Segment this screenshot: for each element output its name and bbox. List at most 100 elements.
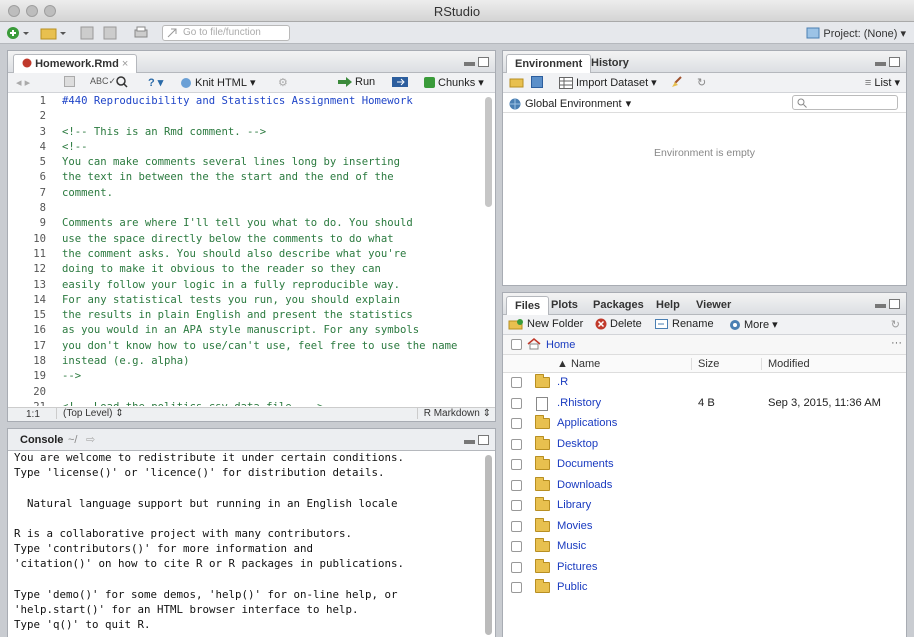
file-checkbox[interactable]	[511, 561, 522, 573]
file-row[interactable]: Documents	[503, 455, 906, 476]
new-file-button[interactable]	[6, 25, 32, 41]
file-row[interactable]: Library	[503, 496, 906, 517]
console-output[interactable]: You are welcome to redistribute it under…	[8, 450, 483, 637]
code-line: the comment asks. You should also descri…	[62, 247, 407, 260]
file-name[interactable]: Desktop	[557, 438, 598, 450]
file-name[interactable]: Movies	[557, 520, 592, 532]
sort-modified-header[interactable]: Modified	[761, 358, 810, 370]
file-name[interactable]: Applications	[557, 417, 617, 429]
minimize-pane-button[interactable]	[464, 62, 475, 66]
sort-size-header[interactable]: Size	[691, 358, 719, 370]
save-all-button[interactable]	[103, 25, 119, 41]
file-row[interactable]: Public	[503, 578, 906, 599]
console-lines: You are welcome to redistribute it under…	[14, 450, 404, 632]
editor-scrollbar[interactable]	[485, 97, 492, 207]
print-button[interactable]	[133, 25, 149, 41]
minimize-files-button[interactable]	[875, 304, 886, 308]
file-checkbox[interactable]	[511, 541, 522, 552]
file-row[interactable]: Pictures	[503, 558, 906, 579]
mode-selector[interactable]: R Markdown ⇕	[416, 408, 491, 419]
chunks-button[interactable]: Chunks ▾	[424, 76, 484, 89]
save-doc-icon[interactable]	[64, 76, 75, 87]
code-area[interactable]: 123456789101112131415161718192021#440 Re…	[8, 94, 483, 406]
breadcrumb-home[interactable]: Home	[546, 339, 575, 351]
import-dataset-button[interactable]: Import Dataset ▾	[559, 76, 657, 89]
goto-file-input[interactable]: Go to file/function	[162, 25, 290, 41]
maximize-files-button[interactable]	[889, 299, 900, 309]
rename-button[interactable]: Rename	[655, 318, 714, 330]
rerun-button[interactable]	[392, 76, 408, 88]
scope-selector[interactable]: (Top Level) ⇕	[56, 408, 124, 419]
file-name[interactable]: .Rhistory	[557, 397, 601, 409]
file-name[interactable]: Pictures	[557, 561, 597, 573]
tab-homework-rmd[interactable]: Homework.Rmd ×	[13, 54, 138, 73]
tab-viewer[interactable]: Viewer	[688, 296, 739, 315]
go-to-dir-icon[interactable]: ⇨	[86, 433, 95, 446]
file-checkbox[interactable]	[511, 500, 522, 511]
nav-back-icon[interactable]: ◂ ▸	[16, 76, 30, 89]
refresh-files-icon[interactable]: ↻	[891, 318, 900, 331]
delete-button[interactable]: Delete	[595, 318, 642, 330]
tab-plots[interactable]: Plots	[543, 296, 586, 315]
knit-button[interactable]: Knit HTML ▾	[180, 76, 256, 89]
sort-name-header[interactable]: ▲ Name	[557, 358, 600, 370]
minimize-env-button[interactable]	[875, 62, 886, 66]
file-checkbox[interactable]	[511, 397, 522, 409]
tab-help[interactable]: Help	[648, 296, 688, 315]
project-menu[interactable]: Project: (None) ▾	[806, 27, 906, 40]
minimize-console-button[interactable]	[464, 440, 475, 444]
tab-history[interactable]: History	[583, 54, 637, 73]
file-checkbox[interactable]	[511, 459, 522, 470]
run-button[interactable]: Run	[338, 76, 375, 88]
environment-search-input[interactable]	[792, 95, 898, 110]
maximize-console-button[interactable]	[478, 435, 489, 445]
line-number: 12	[33, 263, 46, 276]
new-folder-button[interactable]: New Folder	[508, 318, 583, 330]
maximize-pane-button[interactable]	[478, 57, 489, 67]
file-checkbox[interactable]	[511, 377, 522, 388]
file-row[interactable]: Desktop	[503, 435, 906, 456]
settings-gear-icon[interactable]: ⚙	[278, 76, 288, 89]
more-button[interactable]: More ▾	[729, 318, 778, 331]
spellcheck-icon[interactable]: ABC✓	[90, 76, 116, 87]
search-icon[interactable]	[116, 76, 128, 88]
console-scrollbar[interactable]	[485, 455, 492, 635]
file-row[interactable]: Applications	[503, 414, 906, 435]
refresh-env-icon[interactable]: ↻	[697, 76, 706, 89]
code-line: you don't know how to use/can't use, fee…	[62, 339, 458, 352]
file-checkbox[interactable]	[511, 438, 522, 450]
rename-label: Rename	[672, 318, 714, 330]
file-row[interactable]: Movies	[503, 517, 906, 538]
more-path-button[interactable]: ···	[891, 337, 902, 349]
file-name[interactable]: Documents	[557, 458, 614, 470]
file-row[interactable]: .Rhistory 4 B Sep 3, 2015, 11:36 AM	[503, 394, 906, 415]
file-row[interactable]: .R	[503, 373, 906, 394]
save-workspace-icon[interactable]	[531, 76, 543, 88]
broom-icon[interactable]	[671, 76, 683, 88]
file-name[interactable]: Downloads	[557, 479, 612, 491]
file-checkbox[interactable]	[511, 418, 522, 429]
save-button[interactable]	[80, 25, 94, 41]
file-checkbox[interactable]	[511, 479, 522, 491]
file-name[interactable]: Music	[557, 540, 586, 552]
tab-packages[interactable]: Packages	[585, 296, 652, 315]
file-checkbox[interactable]	[511, 582, 522, 593]
select-all-checkbox[interactable]	[511, 339, 522, 350]
maximize-env-button[interactable]	[889, 57, 900, 67]
load-workspace-icon[interactable]	[509, 76, 525, 88]
file-name[interactable]: Public	[557, 581, 587, 593]
tab-environment[interactable]: Environment	[506, 54, 592, 73]
file-name[interactable]: Library	[557, 499, 591, 511]
list-view-button[interactable]: ≡ List ▾	[865, 76, 900, 90]
file-name[interactable]: .R	[557, 376, 568, 388]
file-checkbox[interactable]	[511, 520, 522, 532]
global-environment-menu[interactable]: Global Environment ▾	[509, 97, 631, 110]
file-row[interactable]: Music	[503, 537, 906, 558]
open-file-button[interactable]	[40, 25, 68, 41]
help-icon[interactable]: ? ▾	[148, 76, 163, 89]
home-icon[interactable]	[527, 338, 541, 353]
close-tab-icon[interactable]: ×	[122, 58, 128, 70]
file-row[interactable]: Downloads	[503, 476, 906, 497]
files-list: .R .Rhistory 4 B Sep 3, 2015, 11:36 AM Appli…	[503, 373, 906, 599]
